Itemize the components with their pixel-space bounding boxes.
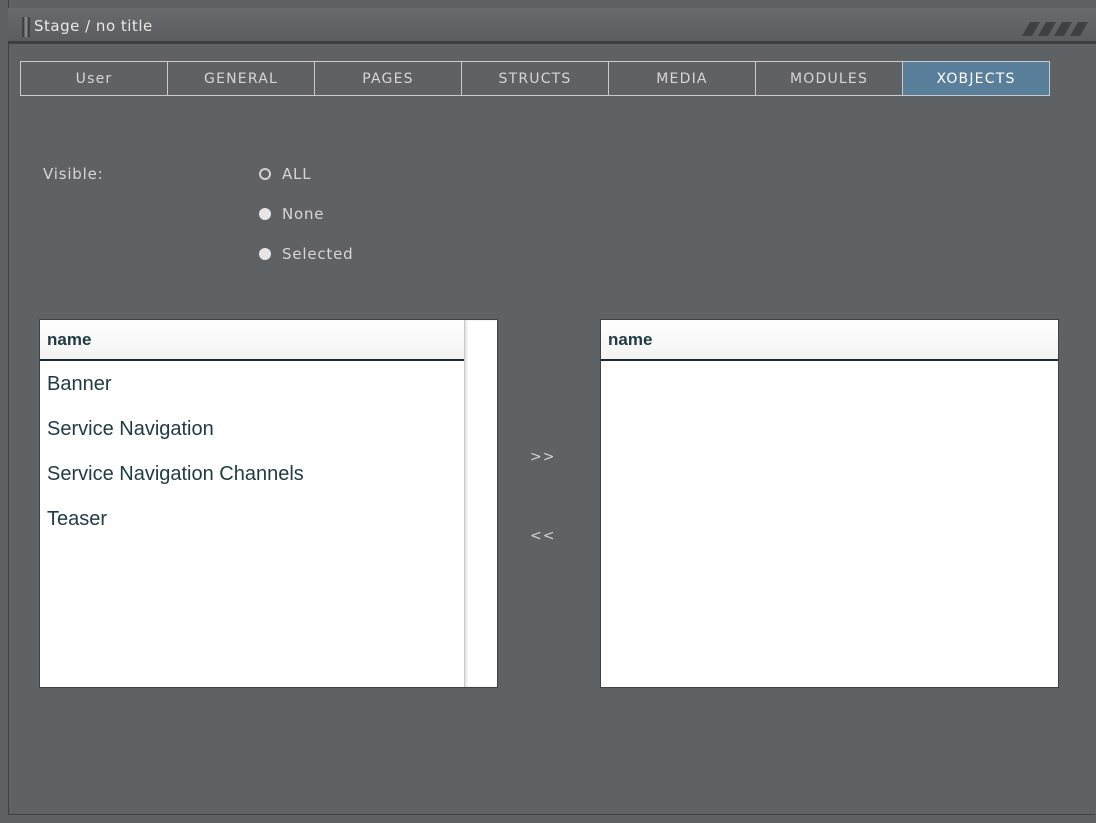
- tab-media[interactable]: MEDIA: [608, 61, 756, 96]
- radio-none-label: None: [282, 205, 325, 223]
- title-stripes-icon: [1016, 22, 1089, 36]
- list-scrollbar[interactable]: [464, 320, 497, 687]
- tab-user[interactable]: User: [20, 61, 168, 96]
- radio-all[interactable]: ALL: [259, 164, 311, 184]
- list-item[interactable]: Banner: [40, 369, 497, 414]
- radio-selected-label: Selected: [282, 245, 354, 263]
- list-item[interactable]: Service Navigation Channels: [40, 459, 497, 504]
- tab-structs[interactable]: STRUCTS: [461, 61, 609, 96]
- add-to-selected-button[interactable]: >>: [530, 449, 555, 465]
- list-items: [601, 361, 1058, 369]
- list-items: Banner Service Navigation Service Naviga…: [40, 361, 497, 549]
- available-xobjects-list[interactable]: name Banner Service Navigation Service N…: [39, 319, 498, 688]
- tab-pages[interactable]: PAGES: [314, 61, 462, 96]
- window-title: Stage / no title: [34, 17, 153, 35]
- column-header-name[interactable]: name: [40, 320, 464, 361]
- title-bar[interactable]: Stage / no title: [8, 8, 1096, 44]
- tab-xobjects[interactable]: XOBJECTS: [902, 61, 1050, 96]
- drag-grip-icon[interactable]: [22, 17, 30, 37]
- list-item[interactable]: Teaser: [40, 504, 497, 549]
- column-header-name[interactable]: name: [601, 320, 1058, 361]
- radio-selected[interactable]: Selected: [259, 244, 353, 264]
- stage-window: Stage / no title User GENERAL PAGES STRU…: [0, 0, 1096, 823]
- radio-unselected-icon[interactable]: [259, 248, 271, 260]
- radio-none[interactable]: None: [259, 204, 324, 224]
- radio-selected-icon[interactable]: [259, 168, 271, 180]
- remove-from-selected-button[interactable]: <<: [530, 528, 555, 544]
- tab-modules[interactable]: MODULES: [755, 61, 903, 96]
- radio-all-label: ALL: [282, 165, 312, 183]
- tab-general[interactable]: GENERAL: [167, 61, 315, 96]
- tab-bar: User GENERAL PAGES STRUCTS MEDIA MODULES…: [20, 61, 1050, 96]
- radio-unselected-icon[interactable]: [259, 208, 271, 220]
- visible-label: Visible:: [43, 165, 104, 183]
- selected-xobjects-list[interactable]: name: [600, 319, 1059, 688]
- list-item[interactable]: Service Navigation: [40, 414, 497, 459]
